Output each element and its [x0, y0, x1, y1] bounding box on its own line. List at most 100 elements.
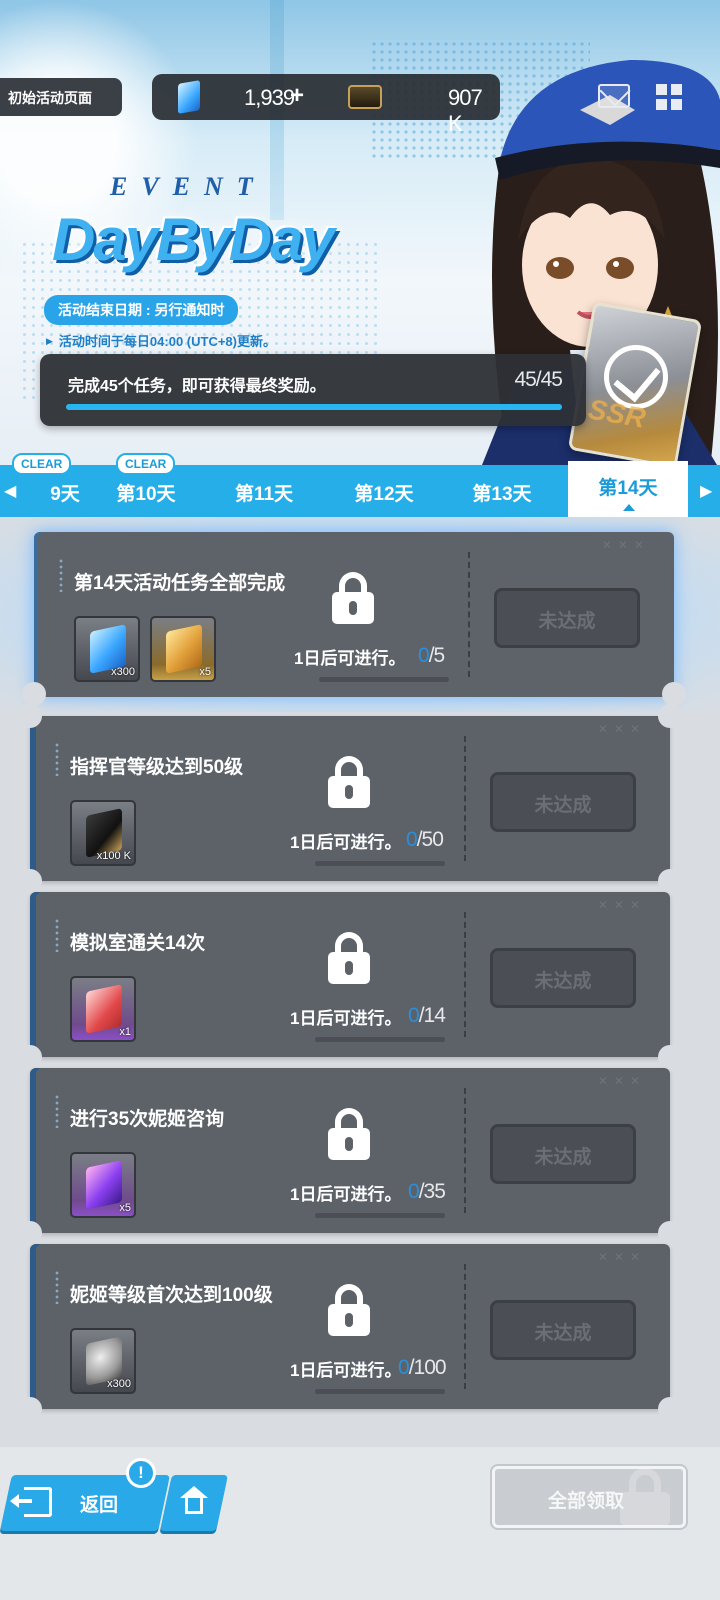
decoration: ✕✕✕ [597, 1074, 646, 1088]
tab-day-14[interactable]: 第14天 [568, 461, 688, 517]
event-logo: DayByDay [52, 206, 335, 273]
unlock-countdown: 1日后可进行。 [290, 1361, 402, 1380]
decoration [58, 558, 64, 592]
reward-item[interactable]: x300 [70, 1328, 136, 1394]
progress-count: 45/45 [514, 368, 563, 391]
lock-icon [328, 756, 370, 808]
mission-title: 进行35次妮姬咨询 [70, 1109, 225, 1130]
mission-card: ✕✕✕ 进行35次妮姬咨询 x5 1日后可进行。 0/35 未达成 [18, 1068, 682, 1245]
unlock-countdown: 1日后可进行。 [294, 649, 406, 668]
decoration [54, 1270, 60, 1304]
purple-gem-icon [86, 1160, 122, 1210]
tab-day-12[interactable]: 第12天 [324, 465, 444, 517]
reward-quantity: x1 [119, 1026, 131, 1038]
reward-item[interactable]: x1 [70, 976, 136, 1042]
reward-quantity: x300 [111, 666, 135, 678]
mission-card: ✕✕✕ 模拟室通关14次 x1 1日后可进行。 0/14 未达成 [18, 892, 682, 1069]
lock-icon [328, 932, 370, 984]
decoration [54, 742, 60, 776]
tab-label: 9天 [50, 484, 80, 505]
mission-title: 第14天活动任务全部完成 [74, 573, 286, 594]
decoration: ✕✕✕ [597, 898, 646, 912]
mission-progress: 0/5 [418, 644, 445, 667]
claim-button[interactable]: 未达成 [490, 1300, 636, 1360]
clear-badge: CLEAR [116, 453, 176, 475]
reward-item[interactable]: x100 K [70, 800, 136, 866]
decoration [54, 1094, 60, 1128]
credit-count: 907 K [448, 85, 483, 136]
mission-progress: 0/100 [398, 1356, 447, 1379]
progress-description: 完成45个任务，即可获得最终奖励。 [68, 378, 326, 395]
event-banner: SSR EVENT DayByDay 活动结束日期 : 另行通知时 活动时间于每… [0, 0, 720, 470]
reward-quantity: x300 [107, 1378, 131, 1390]
currency-bar: 1,939 + 907 K [152, 74, 500, 136]
event-end-date: 活动结束日期 : 另行通知时 [44, 295, 239, 325]
tab-day-11[interactable]: 第11天 [204, 465, 324, 517]
home-icon [180, 1486, 208, 1516]
gem-count: 1,939 [244, 85, 295, 110]
mission-card: ✕✕✕ 第14天活动任务全部完成 x300 x5 1日后可进行。 0/5 未达成 [22, 532, 686, 706]
clear-badge: CLEAR [12, 453, 72, 475]
ticket-icon [86, 984, 122, 1034]
reward-item[interactable]: x300 [74, 616, 140, 682]
gold-ticket-icon [166, 624, 202, 674]
tab-label: 第12天 [354, 484, 414, 505]
decoration: ✕✕✕ [597, 1250, 646, 1264]
claim-button[interactable]: 未达成 [490, 948, 636, 1008]
tab-label: 第10天 [116, 484, 176, 505]
mission-card: ✕✕✕ 妮姬等级首次达到100级 x300 1日后可进行。 0/100 未达成 [18, 1244, 682, 1421]
tab-day-13[interactable]: 第13天 [442, 465, 562, 517]
menu-grid-icon[interactable] [656, 84, 682, 110]
decoration: ✕✕✕ [597, 722, 646, 736]
mission-card: ✕✕✕ 指挥官等级达到50级 x100 K 1日后可进行。 0/50 未达成 [18, 704, 682, 893]
notification-badge: ! [126, 1458, 156, 1488]
mission-progress-bar [315, 861, 445, 866]
tab-right-arrow-icon[interactable]: ▶ [700, 481, 712, 501]
decoration: ✕✕✕ [601, 538, 650, 552]
unlock-countdown: 1日后可进行。 [290, 1185, 402, 1204]
progress-bar [66, 404, 562, 410]
mission-progress-bar [315, 1213, 445, 1218]
claim-button[interactable]: 未达成 [490, 772, 636, 832]
day-tabs: ◀ CLEAR 9天 CLEAR 第10天 第11天 第12天 第13天 第14… [0, 453, 720, 517]
page-title: 初始活动页面 [0, 78, 122, 116]
claim-all-label: 全部领取 [548, 1491, 625, 1512]
tab-day-10[interactable]: CLEAR 第10天 [86, 453, 206, 517]
mission-title: 妮姬等级首次达到100级 [70, 1285, 273, 1306]
mission-progress-bar [315, 1389, 445, 1394]
mission-progress: 0/35 [408, 1180, 446, 1203]
lock-icon [328, 1108, 370, 1160]
tab-label: 第11天 [234, 484, 294, 505]
mail-icon[interactable] [598, 84, 630, 108]
mission-progress-bar [319, 677, 449, 682]
credit-icon [348, 85, 382, 109]
back-label: 返回 [80, 1495, 119, 1516]
reward-quantity: x5 [199, 666, 211, 678]
lock-icon [332, 572, 374, 624]
mission-progress: 0/50 [406, 828, 444, 851]
tab-label: 第13天 [472, 484, 532, 505]
final-reward-progress-panel: 完成45个任务，即可获得最终奖励。 45/45 [40, 354, 586, 426]
reward-item[interactable]: x5 [70, 1152, 136, 1218]
tab-day-9[interactable]: CLEAR 9天 [0, 453, 90, 517]
unlock-countdown: 1日后可进行。 [290, 1009, 402, 1028]
refresh-note: 活动时间于每日04:00 (UTC+8)更新。 [46, 331, 276, 350]
mission-title: 模拟室通关14次 [70, 933, 206, 954]
exit-icon [10, 1487, 52, 1517]
lock-icon [328, 1284, 370, 1336]
mission-progress-bar [315, 1037, 445, 1042]
reward-quantity: x5 [119, 1202, 131, 1214]
mission-progress: 0/14 [408, 1004, 446, 1027]
unlock-countdown: 1日后可进行。 [290, 833, 402, 852]
decoration [54, 918, 60, 952]
gem-icon [178, 80, 200, 114]
lock-icon [620, 1468, 670, 1526]
event-label: EVENT [110, 172, 267, 201]
claim-button[interactable]: 未达成 [494, 588, 640, 648]
reward-item[interactable]: x5 [150, 616, 216, 682]
claim-button[interactable]: 未达成 [490, 1124, 636, 1184]
add-gems-button[interactable]: + [290, 82, 304, 110]
mission-title: 指挥官等级达到50级 [70, 757, 244, 778]
tab-label: 第14天 [598, 478, 658, 499]
reward-quantity: x100 K [96, 850, 131, 862]
